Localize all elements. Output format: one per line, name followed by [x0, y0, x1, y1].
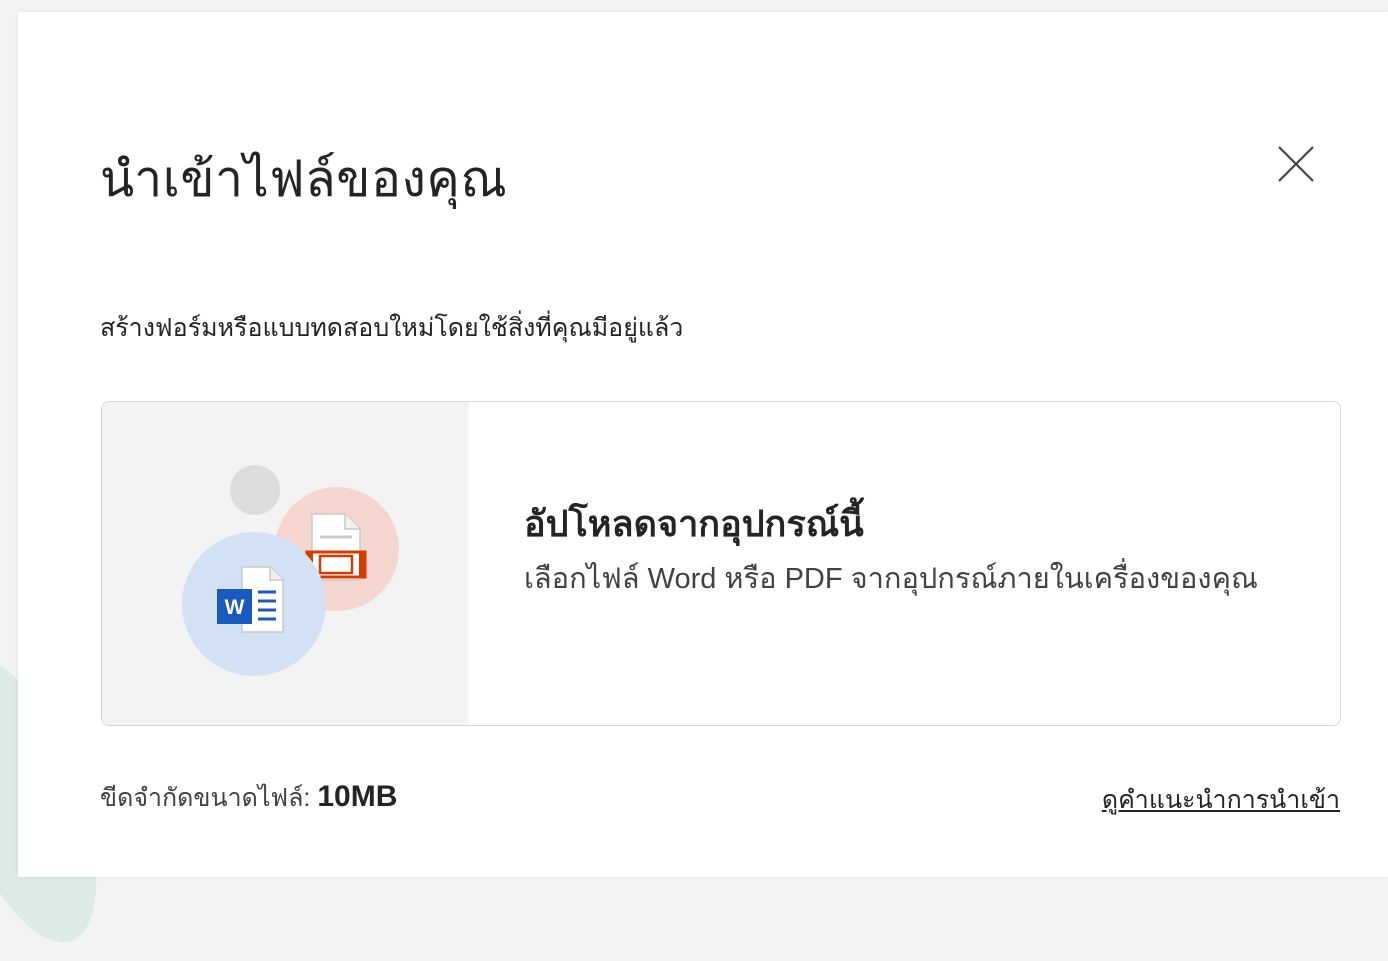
upload-card-description: เลือกไฟล์ Word หรือ PDF จากอุปกรณ์ภายในเ… — [524, 563, 1258, 595]
upload-from-device-card[interactable]: W อัปโหลดจากอุปกรณ์นี้ เลือกไฟล์ Word หร… — [101, 401, 1341, 726]
dialog-title: นำเข้าไฟล์ของคุณ — [100, 151, 508, 207]
close-button[interactable] — [1268, 136, 1324, 192]
close-icon — [1278, 146, 1314, 182]
import-guide-link[interactable]: ดูคำแนะนำการนำเข้า — [1102, 780, 1340, 820]
upload-card-title: อัปโหลดจากอุปกรณ์นี้ — [524, 503, 864, 544]
svg-text:W: W — [225, 596, 245, 619]
upload-illustration: W — [102, 402, 469, 725]
size-limit-label: ขีดจำกัดขนาดไฟล์: — [100, 784, 318, 812]
dialog-subtitle: สร้างฟอร์มหรือแบบทดสอบใหม่โดยใช้สิ่งที่ค… — [100, 314, 684, 342]
file-size-limit: ขีดจำกัดขนาดไฟล์: 10MB — [100, 778, 397, 818]
size-limit-value: 10MB — [317, 780, 398, 813]
import-file-dialog: นำเข้าไฟล์ของคุณ สร้างฟอร์มหรือแบบทดสอบใ… — [18, 12, 1388, 877]
